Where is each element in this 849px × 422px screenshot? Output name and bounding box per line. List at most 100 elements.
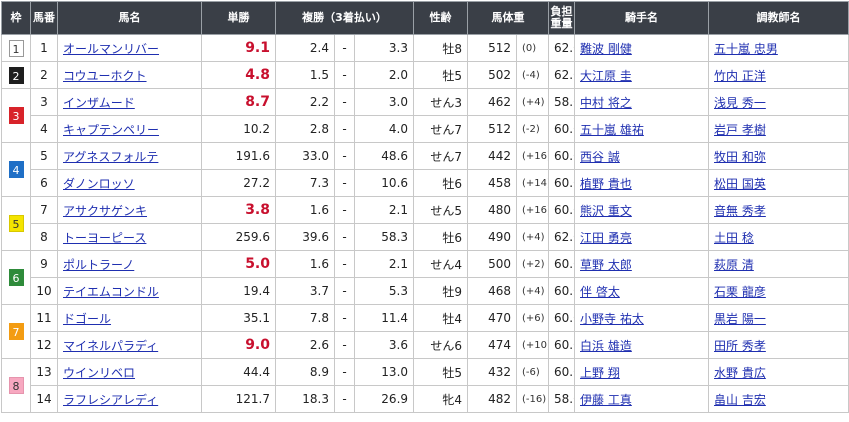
umaban-cell: 3 [30, 88, 58, 116]
horse-name-link[interactable]: ウインリベロ [63, 366, 135, 380]
umaban-cell: 7 [30, 196, 58, 224]
trainer-name-link[interactable]: 萩原 清 [714, 258, 754, 272]
body-weight-diff-cell: (+16) [516, 142, 550, 170]
place-odds-min-cell: 7.8 [275, 304, 335, 332]
trainer-cell: 岩戸 孝樹 [708, 115, 849, 143]
body-weight-diff-cell: (-4) [516, 61, 550, 89]
jockey-name-link[interactable]: 難波 剛健 [580, 42, 632, 56]
horse-cell: ドゴール [57, 304, 202, 332]
trainer-name-link[interactable]: 畠山 吉宏 [714, 393, 766, 407]
body-weight-cell: 432 [467, 358, 518, 386]
win-odds-cell: 35.1 [201, 304, 276, 332]
place-odds-max-cell: 58.3 [353, 223, 415, 251]
place-odds-dash: - [334, 169, 355, 197]
jockey-cell: 難波 剛健 [574, 34, 710, 62]
table-header-row: 枠 馬番 馬名 単勝 複勝（3着払い） 性齢 馬体重 負担 重量 騎手名 調教師名 [1, 1, 849, 35]
horse-name-link[interactable]: キャプテンペリー [63, 123, 159, 137]
trainer-name-link[interactable]: 黒岩 陽一 [714, 312, 766, 326]
place-odds-min-cell: 18.3 [275, 385, 335, 413]
horse-name-link[interactable]: テイエムコンドル [63, 285, 159, 299]
waku-badge: 1 [8, 39, 24, 57]
waku-badge: 6 [8, 269, 24, 286]
horse-name-link[interactable]: トーヨーピース [63, 231, 146, 245]
place-odds-max-cell: 13.0 [353, 358, 415, 386]
body-weight-diff-cell: (-6) [516, 358, 550, 386]
place-odds-min-cell: 8.9 [275, 358, 335, 386]
trainer-name-link[interactable]: 田所 秀孝 [714, 339, 766, 353]
place-odds-dash: - [334, 196, 355, 224]
horse-name-link[interactable]: インザムード [63, 96, 135, 110]
jockey-cell: 白浜 雄造 [574, 331, 710, 359]
burden-weight-cell: 62.0 [548, 61, 576, 89]
body-weight-diff-cell: (+6) [516, 304, 550, 332]
trainer-name-link[interactable]: 音無 秀孝 [714, 204, 766, 218]
waku-cell: 7 [1, 304, 31, 359]
win-odds-cell: 9.0 [201, 331, 276, 359]
body-weight-cell: 470 [467, 304, 518, 332]
trainer-name-link[interactable]: 岩戸 孝樹 [714, 123, 766, 137]
horse-cell: インザムード [57, 88, 202, 116]
horse-name-link[interactable]: アサクサゲンキ [63, 204, 147, 218]
horse-cell: アサクサゲンキ [57, 196, 202, 224]
horse-cell: マイネルパラディ [57, 331, 202, 359]
horse-name-link[interactable]: ドゴール [63, 312, 111, 326]
jockey-name-link[interactable]: 伊藤 工真 [580, 393, 632, 407]
jockey-name-link[interactable]: 江田 勇亮 [580, 231, 632, 245]
trainer-cell: 萩原 清 [708, 250, 849, 278]
horse-name-link[interactable]: コウユーホクト [63, 69, 147, 83]
jockey-name-link[interactable]: 西谷 誠 [580, 150, 620, 164]
jockey-name-link[interactable]: 熊沢 重文 [580, 204, 632, 218]
win-odds-cell: 8.7 [201, 88, 276, 116]
sex-age-cell: せん7 [413, 115, 469, 143]
win-odds-cell: 4.8 [201, 61, 276, 89]
trainer-cell: 土田 稔 [708, 223, 849, 251]
jockey-cell: 五十嵐 雄祐 [574, 115, 710, 143]
horse-name-link[interactable]: ダノンロッソ [63, 177, 135, 191]
trainer-name-link[interactable]: 牧田 和弥 [714, 150, 766, 164]
jockey-name-link[interactable]: 小野寺 祐太 [580, 312, 644, 326]
trainer-name-link[interactable]: 松田 国英 [714, 177, 766, 191]
burden-weight-cell: 58.0 [548, 88, 576, 116]
horse-name-link[interactable]: アグネスフォルテ [63, 150, 158, 164]
table-row: 14 ラフレシアレディ 121.718.3-26.9牝4482(-16)58.0 伊藤… [2, 385, 849, 413]
table-row: 6 ダノンロッソ 27.27.3-10.6牡6458(+14)60.0 植野 貴也 松田… [2, 169, 849, 197]
umaban-cell: 10 [30, 277, 58, 305]
jockey-name-link[interactable]: 草野 太郎 [580, 258, 632, 272]
trainer-cell: 黒岩 陽一 [708, 304, 849, 332]
place-odds-min-cell: 1.5 [275, 61, 335, 89]
jockey-name-link[interactable]: 大江原 圭 [580, 69, 632, 83]
odds-table: 枠 馬番 馬名 単勝 複勝（3着払い） 性齢 馬体重 負担 重量 騎手名 調教師名… [1, 1, 849, 413]
burden-weight-cell: 60.0 [548, 142, 576, 170]
body-weight-diff-cell: (+14) [516, 169, 550, 197]
jockey-name-link[interactable]: 五十嵐 雄祐 [580, 123, 644, 137]
body-weight-cell: 500 [467, 250, 518, 278]
jockey-name-link[interactable]: 伴 啓太 [580, 285, 620, 299]
sex-age-cell: せん3 [413, 88, 469, 116]
jockey-name-link[interactable]: 中村 将之 [580, 96, 632, 110]
col-header-umaban: 馬番 [30, 1, 58, 35]
place-odds-dash: - [334, 250, 355, 278]
table-row: 57 アサクサゲンキ 3.81.6-2.1せん5480(+16)60.0 熊沢 重文 音… [1, 196, 849, 251]
trainer-name-link[interactable]: 五十嵐 忠男 [714, 42, 778, 56]
trainer-name-link[interactable]: 石栗 龍彦 [714, 285, 766, 299]
horse-name-link[interactable]: マイネルパラディ [63, 339, 158, 353]
place-odds-dash: - [334, 277, 355, 305]
jockey-name-link[interactable]: 上野 翔 [580, 366, 620, 380]
place-odds-max-cell: 5.3 [353, 277, 415, 305]
jockey-name-link[interactable]: 植野 貴也 [580, 177, 632, 191]
umaban-cell: 2 [30, 61, 58, 89]
jockey-cell: 植野 貴也 [574, 169, 710, 197]
horse-name-link[interactable]: ポルトラーノ [63, 258, 134, 272]
trainer-name-link[interactable]: 土田 稔 [714, 231, 754, 245]
waku-badge: 8 [8, 377, 24, 394]
trainer-cell: 松田 国英 [708, 169, 849, 197]
trainer-name-link[interactable]: 浅見 秀一 [714, 96, 766, 110]
burden-weight-cell: 60.0 [548, 169, 576, 197]
trainer-name-link[interactable]: 竹内 正洋 [714, 69, 766, 83]
horse-name-link[interactable]: ラフレシアレディ [63, 393, 158, 407]
trainer-name-link[interactable]: 水野 貴広 [714, 366, 766, 380]
horse-name-link[interactable]: オールマンリバー [63, 42, 159, 56]
umaban-cell: 5 [30, 142, 58, 170]
jockey-name-link[interactable]: 白浜 雄造 [580, 339, 632, 353]
body-weight-cell: 458 [467, 169, 518, 197]
